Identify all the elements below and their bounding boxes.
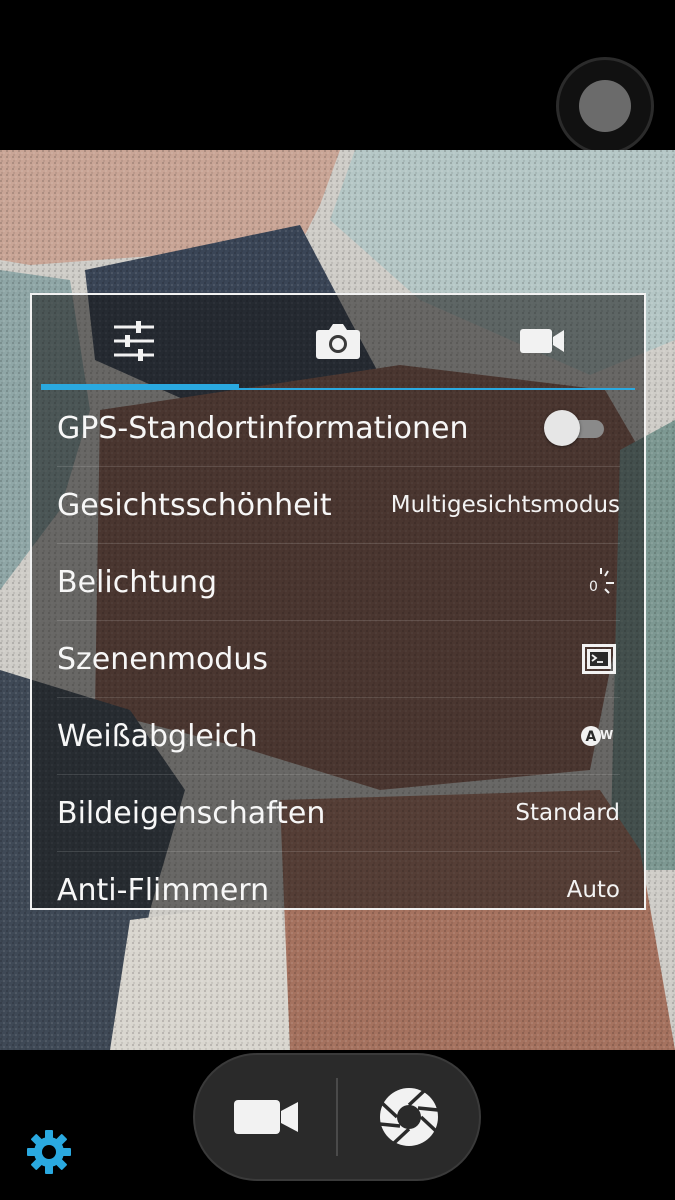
exposure-icon: 0 <box>589 568 614 595</box>
video-mode-button[interactable] <box>195 1055 336 1179</box>
aperture-icon <box>379 1088 438 1146</box>
floating-shutter-button[interactable] <box>556 57 654 155</box>
auto-white-balance-icon: A W <box>581 726 613 746</box>
white-balance-setting-label: Weißabgleich <box>57 718 258 754</box>
top-bar <box>0 0 675 155</box>
camera-icon <box>316 324 360 359</box>
image-properties-setting-row[interactable]: Bildeigenschaften Standard <box>57 775 620 852</box>
beauty-setting-label: Gesichtsschönheit <box>57 487 332 523</box>
exposure-setting-label: Belichtung <box>57 564 218 600</box>
settings-button[interactable] <box>25 1128 73 1176</box>
capture-mode-pill <box>193 1053 481 1181</box>
scene-mode-setting-row[interactable]: Szenenmodus <box>57 621 620 698</box>
exposure-value: 0 <box>589 579 598 595</box>
video-settings-tab[interactable] <box>440 295 644 387</box>
gps-setting-row[interactable]: GPS-Standortinformationen <box>57 390 620 467</box>
sliders-icon <box>114 321 154 361</box>
photo-settings-tab[interactable] <box>236 295 440 387</box>
settings-panel: GPS-Standortinformationen Gesichtsschönh… <box>30 293 646 910</box>
exposure-setting-row[interactable]: Belichtung 0 <box>57 544 620 621</box>
camera-screen: GPS-Standortinformationen Gesichtsschönh… <box>0 0 675 1200</box>
settings-list: GPS-Standortinformationen Gesichtsschönh… <box>32 390 644 908</box>
anti-flicker-setting-value: Auto <box>566 877 620 903</box>
shutter-button[interactable] <box>338 1055 479 1179</box>
bottom-bar <box>0 1050 675 1200</box>
white-balance-setting-row[interactable]: Weißabgleich A W <box>57 698 620 775</box>
anti-flicker-setting-row[interactable]: Anti-Flimmern Auto <box>57 852 620 908</box>
scene-mode-setting-label: Szenenmodus <box>57 641 268 677</box>
beauty-setting-row[interactable]: Gesichtsschönheit Multigesichtsmodus <box>57 467 620 544</box>
settings-general-tab[interactable] <box>32 295 236 387</box>
gps-toggle-thumb <box>544 410 580 446</box>
video-camera-icon <box>233 1100 298 1134</box>
white-balance-letter-w: W <box>600 728 613 742</box>
scene-mode-icon <box>582 644 616 674</box>
floating-shutter-dot <box>579 80 631 132</box>
beauty-setting-value: Multigesichtsmodus <box>390 492 620 518</box>
image-properties-setting-value: Standard <box>515 800 620 826</box>
image-properties-setting-label: Bildeigenschaften <box>57 795 326 831</box>
gear-icon <box>27 1130 71 1174</box>
settings-tabs <box>32 295 644 390</box>
video-camera-icon <box>520 329 564 353</box>
anti-flicker-setting-label: Anti-Flimmern <box>57 872 270 908</box>
white-balance-letter-a: A <box>586 729 597 745</box>
gps-setting-label: GPS-Standortinformationen <box>57 410 469 446</box>
gps-toggle[interactable] <box>544 408 606 448</box>
